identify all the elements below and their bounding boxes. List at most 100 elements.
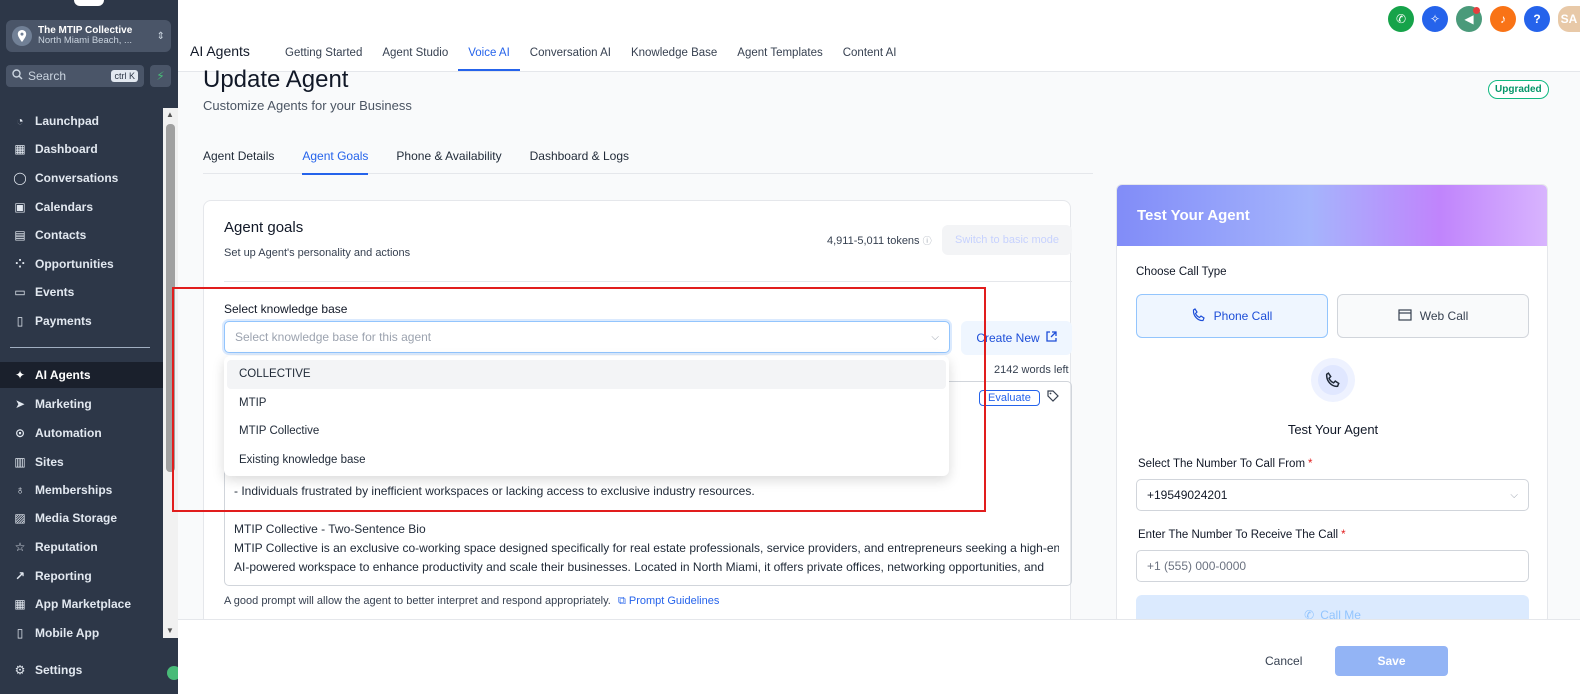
help-button[interactable]: ?	[1524, 6, 1550, 32]
card-title: Agent goals	[224, 219, 304, 236]
notifications-button[interactable]: ♪	[1490, 6, 1516, 32]
sidebar-item-media-storage[interactable]: ▨ Media Storage	[0, 505, 163, 531]
tab-agent-studio[interactable]: Agent Studio	[372, 0, 458, 72]
account-location: North Miami Beach, ...	[38, 35, 132, 47]
tab-content-ai[interactable]: Content AI	[833, 0, 907, 72]
prompt-line: MTIP Collective is an exclusive co-worki…	[234, 541, 1059, 555]
sites-icon: ▥	[14, 455, 26, 469]
prompt-hint-text: A good prompt will allow the agent to be…	[224, 595, 611, 607]
phone-illustration	[1311, 358, 1355, 402]
sidebar-item-label: AI Agents	[35, 368, 91, 382]
prompt-guidelines-link[interactable]: ⧉ Prompt Guidelines	[618, 595, 719, 607]
header-actions: ✆ ✧ ◀ ♪ ? SA	[1388, 6, 1580, 32]
scroll-up-icon[interactable]: ▲	[166, 110, 174, 119]
sidebar-item-reporting[interactable]: ↗ Reporting	[0, 563, 163, 589]
star-icon: ☆	[14, 540, 26, 554]
sidebar-item-ai-agents[interactable]: ✦ AI Agents	[0, 362, 163, 388]
sidebar-item-calendars[interactable]: ▣ Calendars	[0, 194, 163, 220]
sidebar-item-label: Dashboard	[35, 142, 98, 156]
sidebar: The MTIP Collective North Miami Beach, .…	[0, 0, 181, 694]
avatar[interactable]: SA	[1558, 6, 1580, 32]
sidebar-item-label: Automation	[35, 426, 102, 440]
sidebar-item-mobile-app[interactable]: ▯ Mobile App	[0, 620, 163, 646]
sidebar-item-opportunities[interactable]: ⁘ Opportunities	[0, 251, 163, 277]
sidebar-item-contacts[interactable]: ▤ Contacts	[0, 222, 163, 248]
sidebar-item-payments[interactable]: ▯ Payments	[0, 308, 163, 334]
page-subtitle: Customize Agents for your Business	[203, 98, 412, 113]
sidebar-item-sites[interactable]: ▥ Sites	[0, 449, 163, 475]
scroll-down-icon[interactable]: ▼	[166, 626, 174, 635]
sidebar-item-memberships[interactable]: ♁ Memberships	[0, 477, 163, 503]
sidebar-divider	[10, 347, 150, 348]
tab-getting-started[interactable]: Getting Started	[275, 0, 372, 72]
sidebar-item-events[interactable]: ▭ Events	[0, 279, 163, 305]
from-number-value: +19549024201	[1147, 488, 1228, 502]
announcements-button[interactable]: ◀	[1456, 6, 1482, 32]
sidebar-item-label: Sites	[35, 455, 64, 469]
event-icon: ▭	[14, 285, 26, 299]
save-button[interactable]: Save	[1335, 646, 1448, 676]
funnel-icon: ⁘	[14, 257, 26, 271]
subtab-agent-details[interactable]: Agent Details	[203, 144, 274, 174]
tab-voice-ai[interactable]: Voice AI	[458, 0, 520, 72]
subtab-phone-availability[interactable]: Phone & Availability	[396, 144, 501, 174]
subtab-agent-goals[interactable]: Agent Goals	[302, 144, 369, 175]
tab-knowledge-base[interactable]: Knowledge Base	[621, 0, 727, 72]
sidebar-item-settings[interactable]: ⚙ Settings	[12, 662, 83, 678]
sidebar-item-conversations[interactable]: ◯ Conversations	[0, 165, 163, 191]
rocket-icon: ◔	[16, 114, 24, 128]
prompt-hint: A good prompt will allow the agent to be…	[224, 595, 719, 608]
tab-agent-templates[interactable]: Agent Templates	[727, 0, 832, 72]
sidebar-item-dashboard[interactable]: ▦ Dashboard	[0, 136, 163, 162]
prompt-line: AI-powered workspace to enhance producti…	[234, 560, 1044, 574]
sidebar-item-app-marketplace[interactable]: ▦ App Marketplace	[0, 591, 163, 617]
sidebar-item-label: Conversations	[35, 171, 119, 185]
call-type-label: Choose Call Type	[1136, 266, 1227, 278]
cancel-button[interactable]: Cancel	[1265, 654, 1302, 668]
sidebar-item-label: Launchpad	[35, 114, 100, 128]
sidebar-item-reputation[interactable]: ☆ Reputation	[0, 534, 163, 560]
to-number-label: Enter The Number To Receive The Call *	[1138, 529, 1346, 541]
sidebar-item-label: Opportunities	[35, 257, 114, 271]
evaluate-button[interactable]: Evaluate	[979, 390, 1040, 406]
search-shortcut: ctrl K	[111, 70, 138, 82]
mobile-icon: ▯	[16, 626, 24, 640]
sidebar-item-automation[interactable]: ⊙ Automation	[0, 420, 163, 446]
to-number-input[interactable]: +1 (555) 000-0000	[1136, 550, 1529, 582]
phone-call-label: Phone Call	[1213, 309, 1273, 323]
chevron-down-icon: ⌵	[1510, 489, 1518, 501]
subtab-dashboard-logs[interactable]: Dashboard & Logs	[530, 144, 629, 174]
bell-icon: ♪	[1500, 12, 1506, 26]
trend-icon: ↗	[14, 569, 26, 583]
external-link-icon: ⧉	[617, 595, 626, 607]
test-agent-title: Test Your Agent	[1287, 422, 1379, 437]
magic-button[interactable]: ✧	[1422, 6, 1448, 32]
receipt-icon: ▯	[16, 314, 24, 328]
from-number-select[interactable]: +19549024201 ⌵	[1136, 479, 1529, 511]
tag-icon[interactable]	[1047, 390, 1059, 405]
words-left: 2142 words left	[994, 364, 1069, 376]
switch-basic-mode-button[interactable]: Switch to basic mode	[942, 225, 1072, 255]
send-icon: ➤	[14, 397, 26, 411]
sparkle-icon: ✦	[14, 368, 26, 382]
location-icon	[12, 26, 32, 46]
membership-icon: ♁	[15, 483, 25, 497]
bolt-icon: ⚡	[156, 69, 165, 83]
app-title: AI Agents	[190, 43, 250, 59]
contacts-icon: ▤	[14, 228, 26, 242]
phone-button[interactable]: ✆	[1388, 6, 1414, 32]
account-switcher[interactable]: The MTIP Collective North Miami Beach, .…	[6, 20, 171, 52]
sidebar-item-label: Marketing	[35, 397, 92, 411]
sidebar-item-launchpad[interactable]: ◔ Launchpad	[0, 108, 163, 134]
search-icon	[12, 69, 23, 83]
web-call-option[interactable]: Web Call	[1337, 294, 1529, 338]
search-input[interactable]: Search ctrl K	[6, 65, 144, 87]
sidebar-item-marketing[interactable]: ➤ Marketing	[0, 391, 163, 417]
tab-conversation-ai[interactable]: Conversation AI	[520, 0, 621, 72]
prompt-line: MTIP Collective - Two-Sentence Bio	[234, 522, 426, 536]
quick-action-button[interactable]: ⚡	[150, 65, 171, 87]
top-tabs: Getting Started Agent Studio Voice AI Co…	[275, 0, 906, 72]
phone-call-option[interactable]: Phone Call	[1136, 294, 1328, 338]
card-subtitle: Set up Agent's personality and actions	[224, 247, 411, 259]
phone-icon	[1192, 307, 1206, 325]
